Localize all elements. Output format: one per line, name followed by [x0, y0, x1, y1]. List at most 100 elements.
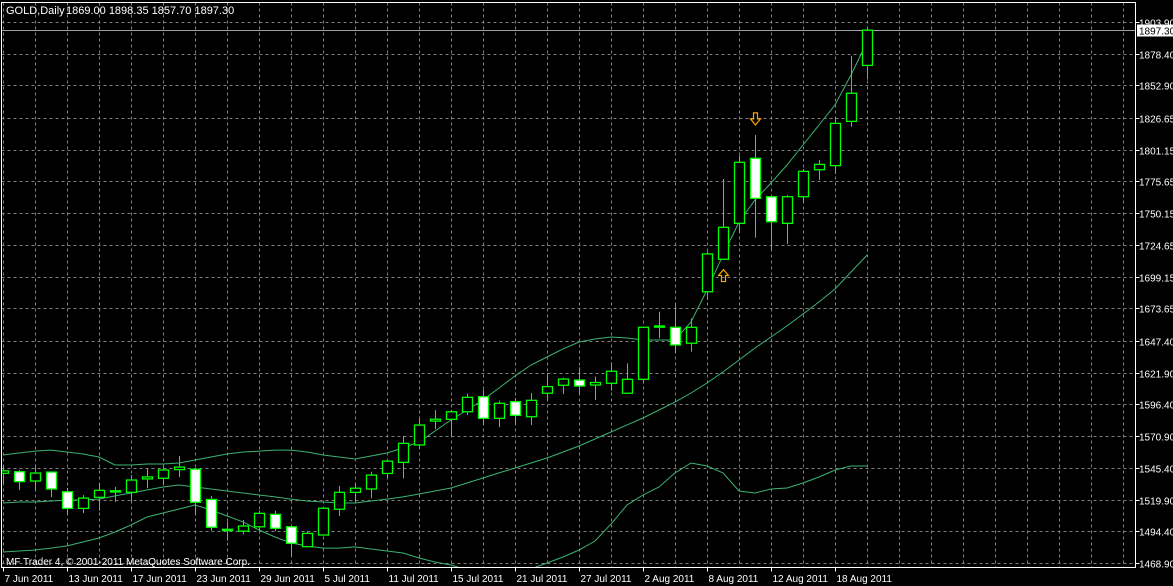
candle [589, 376, 602, 400]
x-tick-label: 27 Jul 2011 [581, 574, 632, 585]
bull-candle-body [93, 489, 106, 498]
bear-candle-body [189, 468, 202, 503]
x-tick-label: 17 Jun 2011 [133, 574, 188, 585]
candle [397, 436, 410, 479]
candle [13, 469, 26, 490]
y-tick-label: 1570.90 [1139, 433, 1173, 444]
time-axis[interactable]: 7 Jun 2011 13 Jun 2011 17 Jun 2011 23 Jun 2… [3, 567, 893, 586]
candles [1, 28, 874, 557]
bear-candle-body [45, 471, 58, 490]
bull-candle-body [781, 196, 794, 224]
candle [781, 194, 794, 244]
x-tick-label: 7 Jun 2011 [5, 574, 54, 585]
x-tick-label: 13 Jun 2011 [69, 574, 124, 585]
bull-candle-body [845, 92, 858, 123]
bull-candle-body [397, 442, 410, 464]
y-tick-label: 1724.65 [1139, 242, 1173, 253]
x-tick-label: 21 Jul 2011 [517, 574, 568, 585]
candle [653, 311, 666, 339]
candle [701, 251, 714, 300]
bollinger-middle-band [2, 254, 868, 504]
bull-candle-body [589, 381, 602, 386]
bear-candle-body [669, 326, 682, 346]
candle [717, 178, 730, 260]
candle [557, 377, 570, 394]
candle [413, 417, 426, 449]
copyright-text: MF Trader 4, © 2001-2011 MetaQuotes Soft… [6, 557, 250, 568]
bollinger-bands [1, 30, 1136, 568]
candle [301, 531, 314, 548]
ohlc-header: 1869.00 1898.35 1857.70 1897.30 [66, 5, 234, 17]
y-tick-label: 1826.65 [1139, 115, 1173, 126]
bull-candle-body [541, 385, 554, 394]
bull-candle-body [829, 122, 842, 167]
candle [685, 318, 698, 352]
bear-candle-body [61, 491, 74, 510]
candle [77, 495, 90, 514]
candle [157, 466, 170, 486]
bull-candle-body [717, 226, 730, 260]
candle [253, 510, 266, 531]
candle [861, 28, 874, 80]
candle [733, 156, 746, 233]
candle [381, 460, 394, 479]
last-price-label: 1897.30 [1139, 27, 1173, 38]
price-axis[interactable]: 1903.901878.401852.901826.651801.151775.… [1135, 19, 1173, 571]
candle [45, 471, 58, 497]
candle [765, 196, 778, 250]
y-tick-label: 1545.40 [1139, 465, 1173, 476]
up-arrow-icon [717, 268, 730, 283]
y-tick-label: 1468.90 [1139, 560, 1173, 571]
bear-candle-body [573, 379, 586, 387]
y-tick-label: 1852.90 [1139, 82, 1173, 93]
bull-candle-body [445, 411, 458, 420]
bear-candle-body [509, 401, 522, 417]
bull-candle-body [125, 479, 138, 493]
x-tick-label: 11 Jul 2011 [389, 574, 440, 585]
bull-candle-body [701, 253, 714, 293]
bull-candle-body [685, 326, 698, 344]
candle [333, 485, 346, 516]
y-tick-label: 1775.65 [1139, 178, 1173, 189]
candle [813, 159, 826, 181]
candle [237, 519, 250, 535]
bear-candle-body [269, 513, 282, 529]
candle [189, 468, 202, 515]
bull-candle-body [413, 424, 426, 446]
x-tick-label: 29 Jun 2011 [261, 574, 316, 585]
y-tick-label: 1673.65 [1139, 305, 1173, 316]
y-tick-label: 1699.15 [1139, 274, 1173, 285]
candle [669, 305, 682, 354]
bull-candle-body [797, 170, 810, 198]
down-arrow-icon [749, 112, 762, 126]
y-tick-label: 1801.15 [1139, 147, 1173, 158]
bull-candle-body [525, 399, 538, 418]
candle [173, 455, 186, 478]
x-tick-label: 18 Aug 2011 [837, 574, 893, 585]
candle [605, 362, 618, 391]
candle [621, 363, 634, 394]
bear-candle-body [13, 471, 26, 483]
bull-candle-body [557, 378, 570, 386]
candle [205, 496, 218, 531]
bull-candle-body [653, 325, 666, 328]
candle [525, 392, 538, 426]
candle [541, 372, 554, 401]
x-tick-label: 23 Jun 2011 [197, 574, 252, 585]
chart-title: GOLD,Daily [6, 5, 65, 17]
bull-candle-body [253, 512, 266, 528]
bollinger-upper-band [2, 41, 868, 466]
bull-candle-body [621, 378, 634, 394]
y-tick-label: 1750.15 [1139, 210, 1173, 221]
grid [1, 2, 1136, 568]
candle [93, 483, 106, 511]
bull-candle-body [461, 396, 474, 413]
x-tick-label: 8 Aug 2011 [709, 574, 759, 585]
candle [141, 468, 154, 489]
price-chart[interactable]: 1903.901878.401852.901826.651801.151775.… [0, 0, 1173, 586]
bull-candle-body [861, 29, 874, 67]
chart-border [1, 2, 1136, 568]
candle [317, 507, 330, 536]
x-tick-label: 2 Aug 2011 [645, 574, 695, 585]
bull-candle-body [29, 472, 42, 482]
